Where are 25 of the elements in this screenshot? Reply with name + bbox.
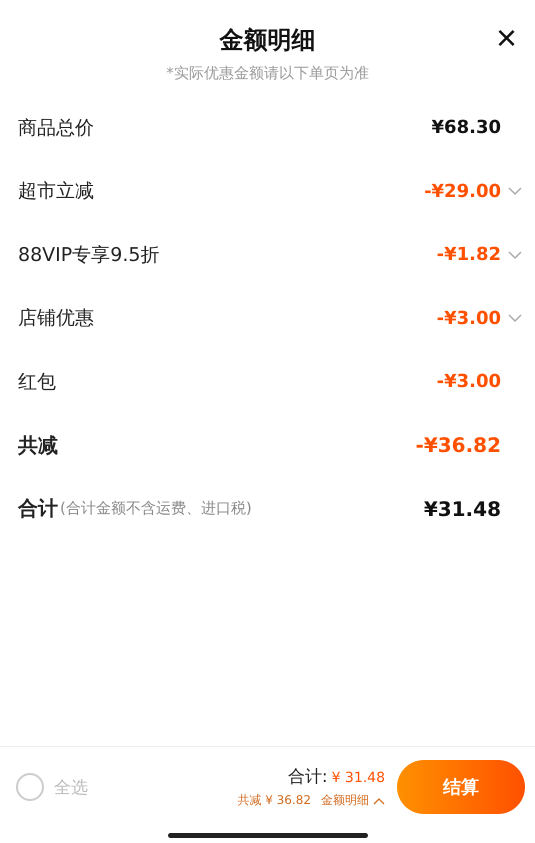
sheet-title: 金额明细 [220, 25, 316, 56]
row-amount: -¥1.82 [436, 244, 501, 266]
row-label: 商品总价 [18, 116, 94, 141]
select-all-checkbox[interactable] [16, 773, 44, 801]
row-label: 合计 [18, 495, 58, 522]
row-amount: ¥31.48 [424, 496, 501, 521]
row-amount: -¥36.82 [416, 433, 501, 458]
row-amount: -¥3.00 [436, 371, 501, 392]
detail-link[interactable]: 金额明细 [321, 792, 385, 809]
row-amount: -¥29.00 [424, 180, 501, 202]
row-label: 红包 [18, 370, 56, 395]
row-note: (合计金额不含运费、进口税) [60, 499, 252, 518]
row-label: 共减 [18, 432, 58, 459]
saved-amount: 共减 ¥ 36.82 [237, 792, 311, 809]
row-amount: ¥68.30 [432, 117, 501, 138]
total-amount: ¥ 31.48 [332, 770, 385, 786]
subtitle: *实际优惠金额请以下单页为准 [166, 64, 369, 83]
select-all-label: 全选 [54, 776, 88, 798]
row-label: 88VIP专享9.5折 [18, 242, 160, 268]
close-button[interactable]: × [492, 20, 521, 56]
checkout-button[interactable]: 结算 [397, 760, 525, 814]
row-amount: -¥3.00 [436, 308, 501, 329]
row-label: 店铺优惠 [18, 306, 94, 332]
row-label: 超市立减 [18, 179, 94, 204]
total-label: 合计: [288, 766, 328, 788]
